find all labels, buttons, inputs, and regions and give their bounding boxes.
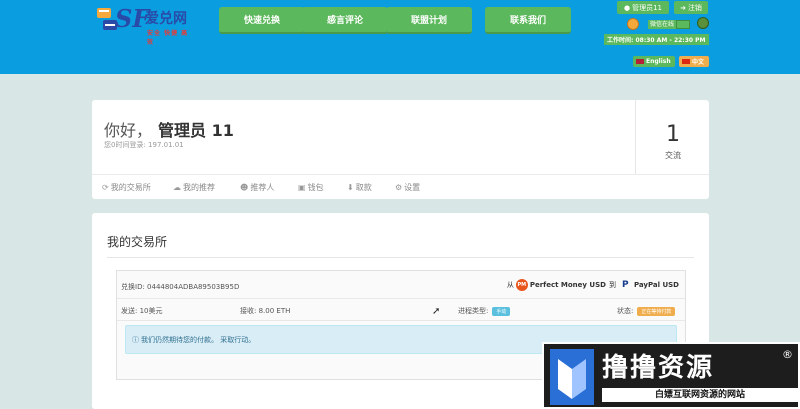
working-hours: 工作时间: 08:30 AM - 22:30 PM [604, 34, 709, 45]
exchange-status: 状态: 正在等待付款 [617, 306, 676, 316]
exchange-pair: 从 PM Perfect Money USD 到 P PayPal USD [507, 279, 679, 291]
receive-amount: 接收: 8.00 ETH [240, 307, 291, 315]
wallet-icon: ▣ [298, 183, 306, 192]
process-type-badge: 手动 [492, 306, 511, 316]
nav-affiliate[interactable]: 联盟计划 [386, 7, 472, 34]
tab-referrer[interactable]: ☻ 推荐人 [240, 182, 274, 193]
nav-reviews[interactable]: 感言评论 [302, 7, 388, 34]
logout-button[interactable]: ➜ 注销 [674, 1, 708, 14]
status-badge: 正在等待付款 [637, 306, 676, 316]
tab-settings[interactable]: ⚙ 设置 [395, 182, 420, 193]
users-icon: ☻ [240, 183, 249, 192]
user-account-button[interactable]: ● 管理员11 [617, 1, 669, 14]
tab-label: 钱包 [307, 183, 324, 192]
logo-tagline: 安全 快捷 高效 [147, 30, 189, 46]
tab-my-exchanges[interactable]: ⟳ 我的交易所 [102, 182, 151, 193]
language-english-label: English [646, 58, 671, 65]
tab-label: 设置 [404, 183, 421, 192]
registered-icon: ® [782, 348, 793, 361]
logo-name: 爱兑网 [145, 11, 187, 27]
username: 管理员 11 [158, 121, 234, 140]
language-english-button[interactable]: English [633, 56, 675, 67]
site-header: SF 爱兑网 安全 快捷 高效 快速兑换 感言评论 联盟计划 联系我们 ● 管理… [0, 0, 800, 74]
exchange-count-box[interactable]: 1 交流 [635, 100, 709, 174]
payment-info-message[interactable]: 我们仍然期待您的付款。 采取行动。 [141, 336, 255, 344]
download-icon: ⬇ [347, 183, 354, 192]
from-label: 从 [506, 281, 514, 289]
watermark-title: 撸撸资源 [602, 353, 715, 383]
to-label: 到 [608, 281, 616, 289]
divider [107, 257, 694, 258]
tab-label: 推荐人 [250, 183, 275, 192]
profile-tabs: ⟳ 我的交易所 ☁ 我的推荐 ☻ 推荐人 ▣ 钱包 ⬇ 取款 ⚙ 设置 [92, 174, 709, 199]
tab-wallet[interactable]: ▣ 钱包 [298, 182, 324, 193]
paypal-icon: P [621, 279, 629, 290]
process-type-label: 进程类型: [458, 307, 489, 315]
process-type: 进程类型: 手动 [458, 306, 511, 316]
tab-my-referrals[interactable]: ☁ 我的推荐 [173, 182, 215, 193]
from-currency: Perfect Money USD [529, 281, 606, 289]
status-label: 状态: [617, 307, 634, 315]
online-status-indicator [676, 20, 690, 29]
logout-label: 注销 [687, 3, 702, 12]
logout-icon: ➜ [680, 3, 686, 12]
support-avatar-icon [627, 18, 639, 30]
payment-info-text: ⓘ 我们仍然期待您的付款。 采取行动。 [132, 335, 255, 345]
user-icon: ● [623, 3, 631, 12]
globe-icon [697, 17, 709, 29]
comments-icon: ☁ [173, 183, 181, 192]
tab-label: 我的推荐 [183, 183, 215, 192]
tab-label: 取款 [355, 183, 372, 192]
watermark-banner: 撸撸资源 ® 白嫖互联网资源的网站 [542, 342, 800, 409]
mouse-cursor-icon: ➚ [432, 306, 441, 317]
nav-quick-exchange[interactable]: 快速兑换 [219, 7, 305, 34]
settings-icon: ⚙ [395, 183, 403, 192]
uk-flag-icon [636, 59, 644, 64]
greeting: 你好， 管理员 11 [104, 117, 234, 141]
profile-card: 你好， 管理员 11 您0时间登录: 197.01.01 1 交流 ⟳ 我的交易所… [92, 100, 709, 199]
exchange-count: 1 [666, 122, 680, 147]
user-account-label: 管理员11 [632, 3, 663, 12]
info-icon: ⓘ [132, 336, 139, 344]
greeting-text: 你好， [104, 121, 153, 140]
language-chinese-label: 中文 [692, 59, 705, 66]
exchange-header-row: 兑换ID: 0444804ADBA89503B95D 从 PM Perfect … [117, 271, 685, 299]
perfect-money-icon: PM [515, 279, 528, 291]
tab-withdraw[interactable]: ⬇ 取款 [347, 182, 372, 193]
language-chinese-button[interactable]: 中文 [679, 56, 709, 67]
last-login: 您0时间登录: 197.01.01 [104, 141, 184, 149]
section-title: 我的交易所 [107, 235, 168, 249]
send-amount: 发送: 10美元 [121, 307, 163, 315]
to-currency: PayPal USD [633, 281, 679, 289]
watermark-subtitle: 白嫖互联网资源的网站 [602, 388, 798, 402]
nav-contact[interactable]: 联系我们 [485, 7, 571, 34]
online-status-label: 微信在线 [648, 20, 677, 29]
china-flag-icon [682, 59, 690, 64]
exchange-id: 兑换ID: 0444804ADBA89503B95D [121, 283, 240, 291]
watermark-logo-icon [550, 349, 594, 405]
tab-label: 我的交易所 [110, 183, 151, 192]
exchange-count-label: 交流 [665, 151, 681, 160]
refresh-icon: ⟳ [102, 183, 109, 192]
exchange-details-row: 发送: 10美元 接收: 8.00 ETH 进程类型: 手动 状态: 正在等待付… [117, 299, 685, 321]
site-logo[interactable]: SF 爱兑网 安全 快捷 高效 [95, 4, 195, 46]
